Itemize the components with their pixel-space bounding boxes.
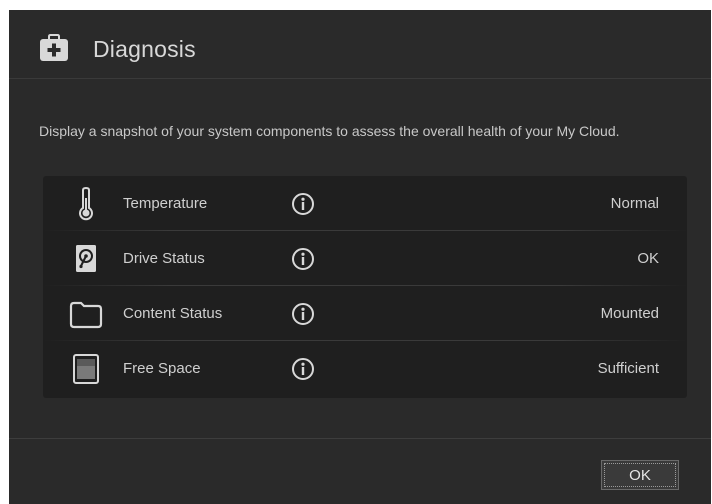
- info-icon[interactable]: [291, 247, 315, 271]
- status-value: Sufficient: [597, 360, 659, 377]
- dialog-header: Diagnosis: [9, 10, 711, 79]
- status-value: Mounted: [600, 305, 659, 322]
- hard-drive-icon: [69, 242, 103, 276]
- list-item-free-space: Free Space Sufficient: [43, 341, 687, 396]
- folder-icon: [69, 297, 103, 331]
- medical-kit-icon: [39, 34, 69, 62]
- row-label: Free Space: [123, 360, 201, 377]
- list-item-temperature: Temperature Normal: [43, 176, 687, 231]
- storage-icon: [69, 352, 103, 386]
- info-icon[interactable]: [291, 357, 315, 381]
- list-item-drive-status: Drive Status OK: [43, 231, 687, 286]
- row-label: Temperature: [123, 195, 208, 212]
- list-item-content-status: Content Status Mounted: [43, 286, 687, 341]
- footer-divider: [9, 438, 711, 439]
- header-divider: [9, 78, 711, 79]
- thermometer-icon: [69, 186, 103, 221]
- status-value: OK: [637, 250, 659, 267]
- dialog-description: Display a snapshot of your system compon…: [39, 123, 620, 139]
- status-value: Normal: [610, 195, 659, 212]
- info-icon[interactable]: [291, 192, 315, 216]
- row-label: Content Status: [123, 305, 223, 322]
- ok-button[interactable]: OK: [601, 460, 679, 490]
- dialog-title: Diagnosis: [93, 36, 196, 62]
- diagnosis-dialog: Diagnosis Display a snapshot of your sys…: [9, 10, 711, 504]
- diagnosis-list: Temperature Normal Drive Status OK Conte…: [43, 176, 687, 398]
- row-label: Drive Status: [123, 250, 205, 267]
- info-icon[interactable]: [291, 302, 315, 326]
